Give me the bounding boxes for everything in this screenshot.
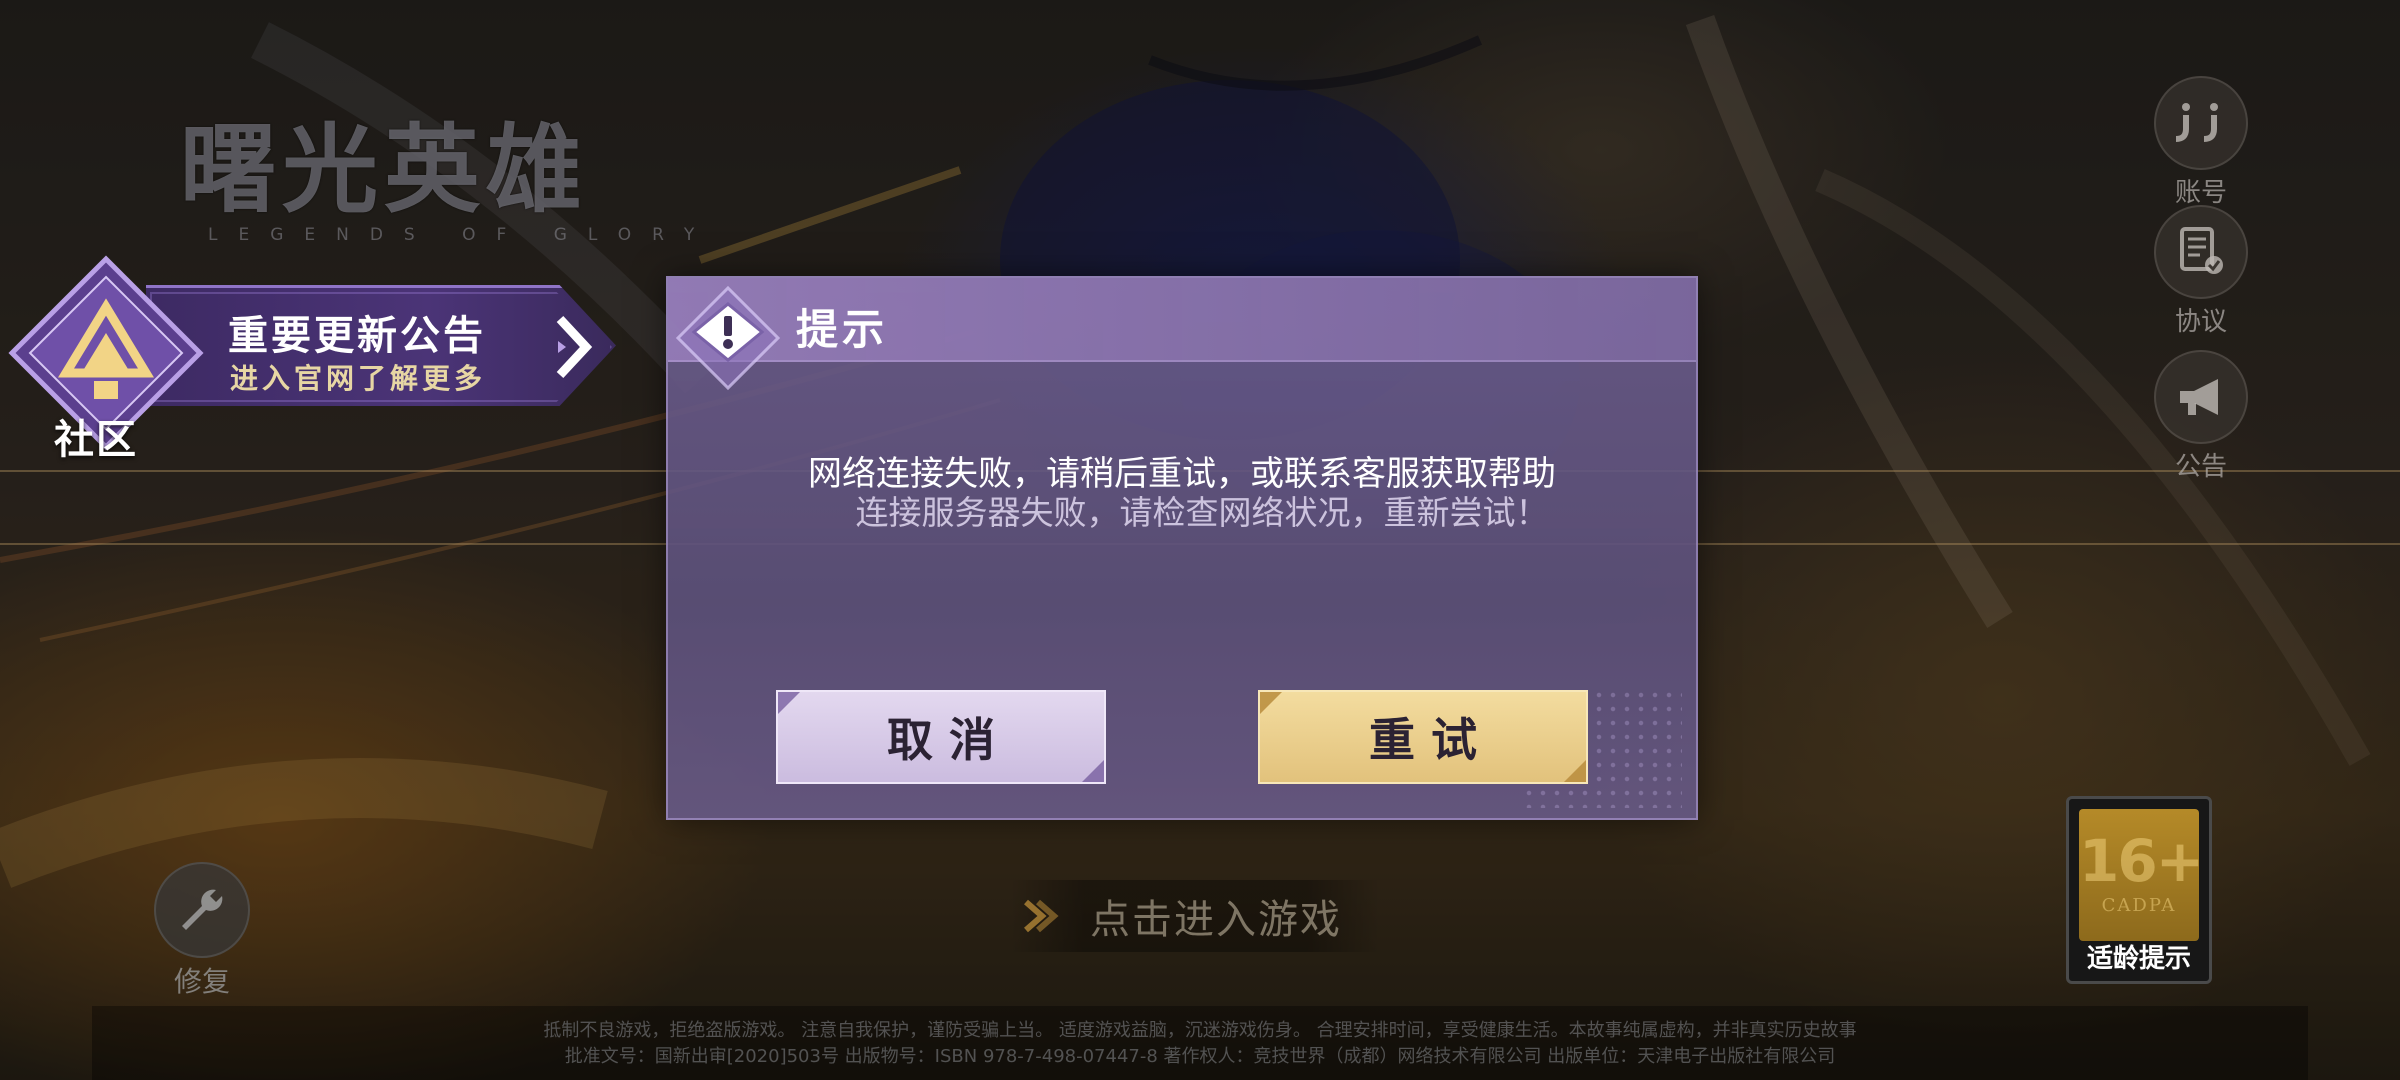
double-chevron-icon: [1024, 899, 1059, 933]
account-icon: [2175, 103, 2218, 142]
age-rating-panel: 16+ CADPA: [2079, 809, 2204, 941]
community-label: 社区: [54, 417, 138, 463]
agreement-button[interactable]: 协议: [2146, 205, 2256, 338]
age-rating-org: CADPA: [2101, 895, 2177, 916]
notice-button[interactable]: 公告: [2146, 350, 2256, 483]
announcement-banner[interactable]: 重要更新公告 进入官网了解更多 社区: [6, 255, 636, 463]
megaphone-icon: [2180, 379, 2218, 415]
network-error-dialog: 提示 网络连接失败，请稍后重试，或联系客服获取帮助 连接服务器失败，请检查网络状…: [666, 276, 1698, 820]
age-rating-label: 适龄提示: [2086, 944, 2191, 974]
dialog-message-secondary: 连接服务器失败，请检查网络状况，重新尝试！: [855, 493, 1549, 532]
retry-corner-bottom: [1564, 760, 1586, 782]
agreement-icon-circle: [2154, 205, 2248, 299]
enter-game-label: 点击进入游戏: [1090, 897, 1342, 943]
announcement-title: 重要更新公告: [228, 313, 486, 359]
dialog-title: 提示: [796, 305, 889, 354]
announcement-subtitle: 进入官网了解更多: [230, 362, 487, 395]
retry-button[interactable]: 重试: [1258, 690, 1588, 784]
retry-button-label: 重试: [1369, 713, 1493, 767]
retry-corner-top: [1260, 692, 1282, 714]
age-rating-number: 16+: [2079, 827, 2204, 895]
repair-button[interactable]: 修复: [152, 862, 252, 1000]
age-rating-badge[interactable]: 16+ CADPA 适龄提示: [2066, 796, 2212, 984]
account-label: 账号: [2174, 178, 2227, 208]
account-icon-circle: [2154, 76, 2248, 170]
notice-icon-circle: [2154, 350, 2248, 444]
footer-line-2: 批准文号：国新出审[2020]503号 出版物号：ISBN 978-7-498-…: [564, 1046, 1836, 1067]
warning-icon: [675, 285, 781, 391]
notice-label: 公告: [2174, 452, 2227, 482]
cancel-button[interactable]: 取消: [776, 690, 1106, 784]
cancel-corner-bottom: [1082, 760, 1104, 782]
wrench-icon: [182, 889, 223, 930]
cancel-corner-top: [778, 692, 800, 714]
logo-title: 曙光英雄: [180, 113, 588, 226]
chevron-right-icon: [556, 315, 593, 379]
legal-footer: 抵制不良游戏，拒绝盗版游戏。 注意自我保护，谨防受骗上当。 适度游戏益脑，沉迷游…: [92, 1006, 2308, 1080]
repair-icon-circle: [154, 862, 250, 958]
agreement-icon: [2180, 227, 2223, 274]
game-logo: 曙光英雄 LEGENDS OF GLORY: [180, 92, 694, 245]
agreement-label: 协议: [2174, 307, 2227, 337]
account-button[interactable]: 账号: [2146, 76, 2256, 209]
repair-label: 修复: [173, 965, 230, 998]
logo-subtitle: LEGENDS OF GLORY: [208, 225, 716, 245]
enter-game-button[interactable]: 点击进入游戏: [1010, 880, 1380, 952]
cancel-button-label: 取消: [887, 713, 1011, 767]
footer-line-1: 抵制不良游戏，拒绝盗版游戏。 注意自我保护，谨防受骗上当。 适度游戏益脑，沉迷游…: [543, 1020, 1857, 1041]
